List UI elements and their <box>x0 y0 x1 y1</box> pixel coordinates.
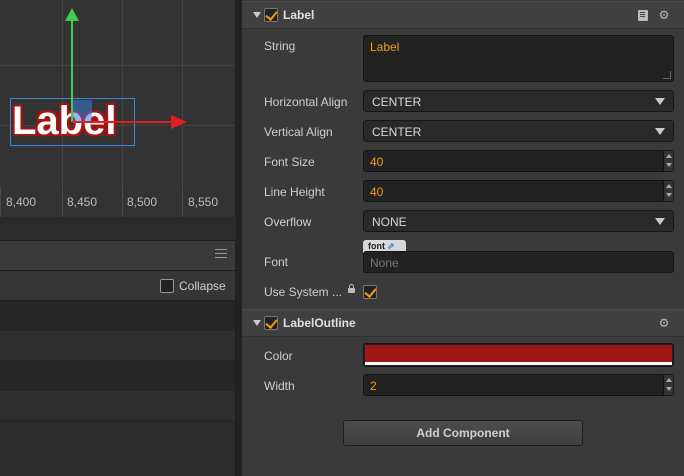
font-size-label: Font Size <box>264 155 315 169</box>
external-link-icon[interactable]: ⇗ <box>387 241 395 251</box>
list-row[interactable] <box>0 331 235 361</box>
label-component-header[interactable]: Label ⚙ <box>242 1 684 29</box>
color-label: Color <box>264 349 293 363</box>
label-outline-enabled-checkbox[interactable] <box>264 316 278 330</box>
gear-icon[interactable]: ⚙ <box>658 9 670 21</box>
color-swatch <box>365 345 672 362</box>
grid-line <box>182 0 183 217</box>
panel-toolbar: Collapse <box>0 271 235 301</box>
width-stepper[interactable] <box>663 375 673 395</box>
overflow-select[interactable]: NONE <box>363 210 674 232</box>
ruler-tick <box>182 187 183 217</box>
overflow-value: NONE <box>372 215 407 229</box>
expand-triangle-icon[interactable] <box>253 12 261 18</box>
use-system-font-checkbox[interactable] <box>363 285 377 299</box>
font-label: Font <box>264 255 289 269</box>
string-textarea[interactable]: Label <box>363 35 674 82</box>
lock-icon <box>348 284 355 293</box>
font-size-value: 40 <box>370 155 384 169</box>
grid-line <box>0 65 235 66</box>
list-row[interactable] <box>0 361 235 391</box>
string-label: String <box>264 39 296 53</box>
horizontal-align-value: CENTER <box>372 95 422 109</box>
x-axis-handle[interactable] <box>72 121 172 123</box>
collapse-checkbox[interactable] <box>160 279 174 293</box>
vertical-align-select[interactable]: CENTER <box>363 120 674 142</box>
font-value: None <box>370 256 399 270</box>
expand-triangle-icon[interactable] <box>253 320 261 326</box>
font-tag-text: font <box>368 241 385 251</box>
color-picker[interactable] <box>363 343 674 367</box>
component-title: LabelOutline <box>283 316 356 330</box>
dropdown-arrow-icon <box>655 128 665 135</box>
font-size-input[interactable]: 40 <box>363 150 674 172</box>
width-input[interactable]: 2 <box>363 374 674 396</box>
scene-view[interactable]: Label 8,400 8,450 8,500 8,550 <box>0 0 236 217</box>
documentation-icon[interactable] <box>638 10 648 21</box>
list-row[interactable] <box>0 391 235 421</box>
ruler-label: 8,400 <box>6 195 37 209</box>
width-label: Width <box>264 379 295 393</box>
overflow-label: Overflow <box>264 215 312 229</box>
alpha-bar <box>365 362 672 365</box>
gear-icon[interactable]: ⚙ <box>658 317 670 329</box>
collapse-label[interactable]: Collapse <box>179 279 226 293</box>
resize-grip-icon[interactable] <box>663 71 671 79</box>
inspector-panel: Label ⚙ String Label Horizontal Align CE… <box>242 0 684 476</box>
width-value: 2 <box>370 379 377 393</box>
ruler-label: 8,500 <box>127 195 158 209</box>
line-height-label: Line Height <box>264 185 325 199</box>
ruler-tick <box>0 187 1 217</box>
font-size-stepper[interactable] <box>663 151 673 171</box>
lower-panel: Collapse <box>0 240 236 476</box>
y-axis-arrow-icon[interactable] <box>65 8 79 21</box>
anchor-handle[interactable] <box>72 100 92 122</box>
line-height-stepper[interactable] <box>663 181 673 201</box>
ruler-label: 8,550 <box>188 195 219 209</box>
label-outline-component-header[interactable]: LabelOutline ⚙ <box>242 309 684 337</box>
x-axis-arrow-icon[interactable] <box>171 115 187 129</box>
list-row[interactable] <box>0 301 235 331</box>
vertical-align-label: Vertical Align <box>264 125 333 139</box>
horizontal-align-select[interactable]: CENTER <box>363 90 674 112</box>
component-title: Label <box>283 8 315 22</box>
y-axis-handle[interactable] <box>71 18 73 122</box>
ruler-tick <box>122 187 123 217</box>
line-height-value: 40 <box>370 185 384 199</box>
menu-icon[interactable] <box>215 249 227 261</box>
vertical-align-value: CENTER <box>372 125 422 139</box>
ruler-label: 8,450 <box>67 195 98 209</box>
use-system-font-label: Use System ... <box>264 285 343 299</box>
ruler-tick <box>62 187 63 217</box>
string-value: Label <box>370 40 400 54</box>
horizontal-align-label: Horizontal Align <box>264 95 348 109</box>
dropdown-arrow-icon <box>655 218 665 225</box>
horizontal-ruler: 8,400 8,450 8,500 8,550 <box>0 187 235 217</box>
font-asset-field[interactable]: None <box>363 251 674 273</box>
dropdown-arrow-icon <box>655 98 665 105</box>
line-height-input[interactable]: 40 <box>363 180 674 202</box>
label-enabled-checkbox[interactable] <box>264 8 278 22</box>
panel-header <box>0 241 235 271</box>
add-component-button[interactable]: Add Component <box>343 420 583 446</box>
